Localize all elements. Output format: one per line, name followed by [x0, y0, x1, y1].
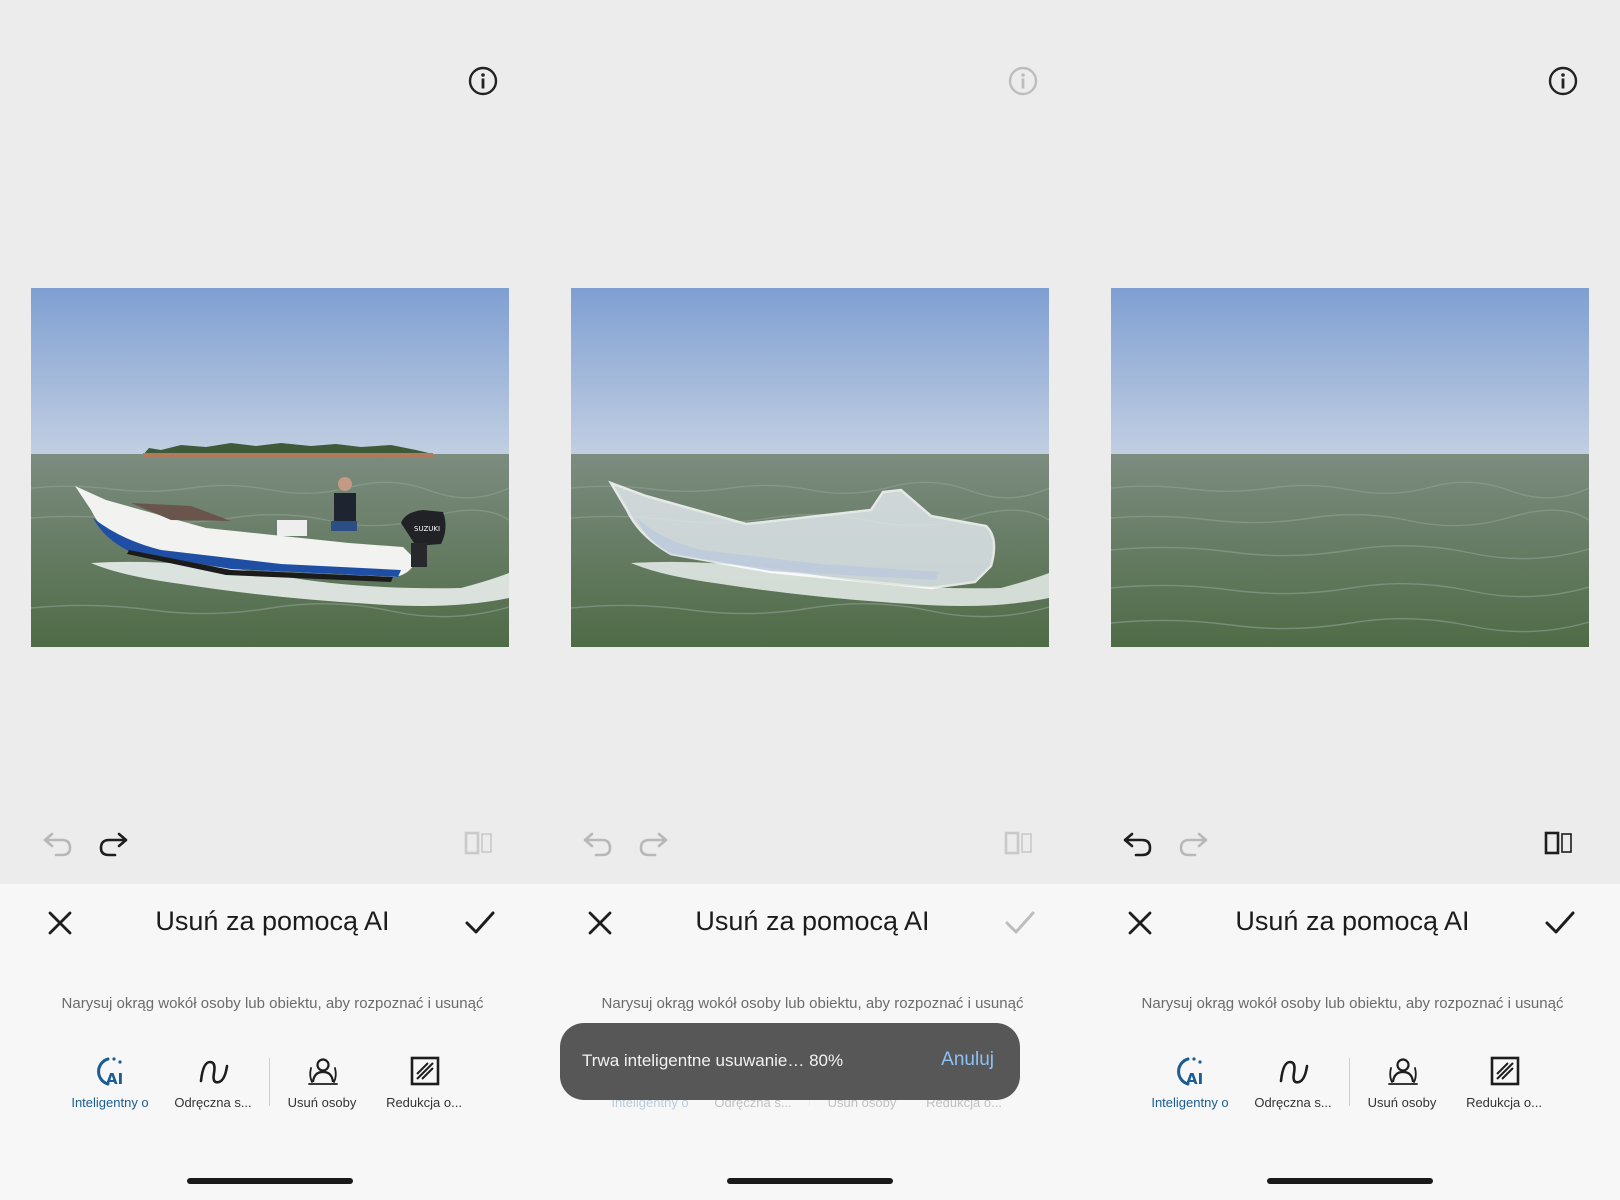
ai-select-icon: AI	[94, 1054, 128, 1088]
compare-icon[interactable]	[463, 826, 497, 860]
home-indicator[interactable]	[1267, 1178, 1433, 1184]
confirm-icon[interactable]	[1543, 907, 1577, 939]
undo-icon[interactable]	[581, 826, 615, 860]
tool-label: Usuń osoby	[1367, 1095, 1437, 1110]
tool-label: Odręczna s...	[1254, 1095, 1332, 1110]
redo-icon[interactable]	[636, 826, 670, 860]
confirm-icon[interactable]	[463, 907, 497, 939]
progress-text: Trwa inteligentne usuwanie… 80%	[582, 1051, 844, 1070]
bottom-sheet: Usuń za pomocą AI Narysuj okrąg wokół os…	[540, 884, 1080, 1200]
bottom-sheet: Usuń za pomocą AI Narysuj okrąg wokół os…	[0, 884, 540, 1200]
freehand-icon	[1277, 1054, 1311, 1088]
svg-text:SUZUKI: SUZUKI	[414, 525, 440, 533]
instruction-text: Narysuj okrąg wokół osoby lub obiektu, a…	[601, 995, 1024, 1012]
info-icon[interactable]	[1008, 66, 1038, 96]
home-indicator[interactable]	[727, 1178, 893, 1184]
tool-label: Inteligentny o	[1151, 1095, 1229, 1110]
tool-remove-people[interactable]: Usuń osoby	[272, 1054, 372, 1122]
tool-row: AI Inteligentny o Odręczna s... Usuń oso…	[1080, 1054, 1620, 1124]
cancel-button[interactable]: Anuluj	[941, 1049, 994, 1071]
sheet-title: Usuń za pomocą AI	[1235, 906, 1470, 936]
undo-icon[interactable]	[41, 826, 75, 860]
tool-row: AI Inteligentny o Odręczna s... Usuń oso…	[0, 1054, 540, 1124]
ai-select-icon: AI	[1174, 1054, 1208, 1088]
tool-label: Redukcja o...	[386, 1095, 462, 1110]
progress-toast: Trwa inteligentne usuwanie… 80% Anuluj	[560, 1023, 1020, 1100]
remove-people-icon	[306, 1054, 340, 1088]
info-icon[interactable]	[1548, 66, 1578, 96]
remove-people-icon	[1386, 1054, 1420, 1088]
tool-reflection-reduction[interactable]: Redukcja o...	[1454, 1054, 1554, 1122]
tool-label: Usuń osoby	[287, 1095, 357, 1110]
compare-icon[interactable]	[1543, 826, 1577, 860]
instruction-text: Narysuj okrąg wokół osoby lub obiektu, a…	[1141, 995, 1564, 1012]
tool-reflection-reduction[interactable]: Redukcja o...	[374, 1054, 474, 1122]
instruction-text: Narysuj okrąg wokół osoby lub obiektu, a…	[61, 995, 484, 1012]
tool-remove-people[interactable]: Usuń osoby	[1352, 1054, 1452, 1122]
tool-divider	[1349, 1058, 1350, 1106]
tool-label: Odręczna s...	[174, 1095, 252, 1110]
editor-panel-result: Usuń za pomocą AI Narysuj okrąg wokół os…	[1080, 0, 1620, 1200]
tool-freehand[interactable]: Odręczna s...	[1243, 1054, 1343, 1122]
editor-panel-original: SUZUKI Usuń za pomocą AI Narysuj okrąg w…	[0, 0, 540, 1200]
confirm-icon[interactable]	[1003, 907, 1037, 939]
photo-canvas[interactable]	[1111, 288, 1589, 647]
svg-text:AI: AI	[106, 1070, 123, 1088]
compare-icon[interactable]	[1003, 826, 1037, 860]
tool-divider	[269, 1058, 270, 1106]
bottom-sheet: Usuń za pomocą AI Narysuj okrąg wokół os…	[1080, 884, 1620, 1200]
redo-icon[interactable]	[1176, 826, 1210, 860]
editor-panel-processing: Usuń za pomocą AI Narysuj okrąg wokół os…	[540, 0, 1080, 1200]
reflection-reduction-icon	[1488, 1054, 1522, 1088]
undo-icon[interactable]	[1121, 826, 1155, 860]
svg-text:AI: AI	[1186, 1070, 1203, 1088]
redo-icon[interactable]	[96, 826, 130, 860]
tool-label: Inteligentny o	[71, 1095, 149, 1110]
freehand-icon	[197, 1054, 231, 1088]
tool-ai-select[interactable]: AI Inteligentny o	[60, 1054, 160, 1122]
tool-freehand[interactable]: Odręczna s...	[163, 1054, 263, 1122]
info-icon[interactable]	[468, 66, 498, 96]
reflection-reduction-icon	[408, 1054, 442, 1088]
photo-canvas[interactable]: SUZUKI	[31, 288, 509, 647]
home-indicator[interactable]	[187, 1178, 353, 1184]
photo-canvas[interactable]	[571, 288, 1049, 647]
tool-label: Redukcja o...	[1466, 1095, 1542, 1110]
tool-ai-select[interactable]: AI Inteligentny o	[1140, 1054, 1240, 1122]
